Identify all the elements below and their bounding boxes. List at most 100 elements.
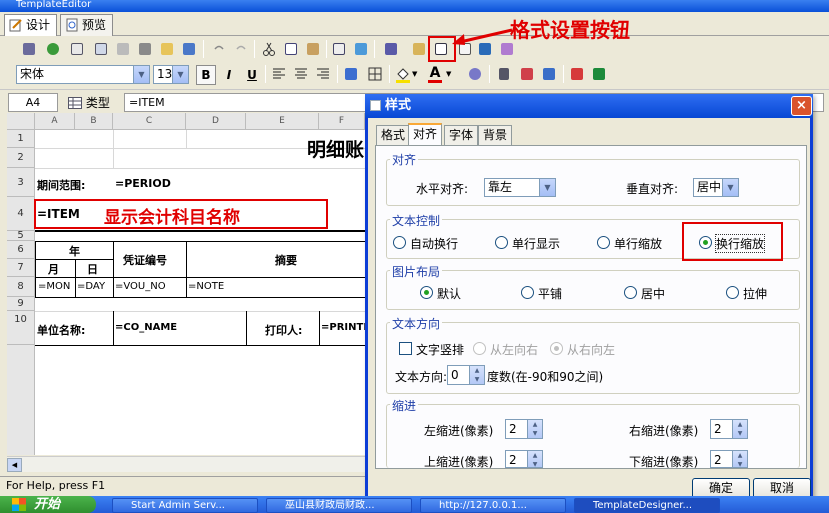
font-name-select[interactable]: 宋体 ▼ [16, 65, 150, 84]
row-header-9[interactable]: 9 [7, 297, 35, 311]
voucher-cell[interactable]: =VOU_NO [115, 281, 166, 292]
row-header-1[interactable]: 1 [7, 130, 35, 148]
chevron-down-icon[interactable]: ▼ [133, 66, 149, 83]
radio-auto-wrap[interactable] [393, 236, 406, 249]
spin-arrows-icon[interactable]: ▲ ▼ [469, 366, 484, 384]
row-header-10[interactable]: 10 [7, 311, 35, 345]
column-header-d[interactable]: D [186, 113, 246, 130]
dialog-title-bar[interactable]: 样式 × [365, 94, 813, 118]
month-header[interactable]: 月 [48, 261, 59, 277]
scroll-left-button[interactable]: ◀ [7, 458, 22, 472]
row-header-3[interactable]: 3 [7, 168, 35, 197]
mon-cell[interactable]: =MON [38, 281, 70, 292]
align-center-button[interactable] [292, 65, 310, 83]
radio-single-line[interactable] [495, 236, 508, 249]
radio-center[interactable] [624, 286, 637, 299]
spin-arrows-icon[interactable]: ▲ ▼ [732, 451, 747, 468]
refresh-button[interactable] [44, 40, 62, 58]
top-indent-stepper[interactable]: 2 ▲ ▼ [505, 450, 543, 468]
style-button[interactable] [466, 65, 484, 83]
horizontal-scrollbar[interactable]: ◀ [7, 456, 365, 472]
print-button[interactable] [136, 40, 154, 58]
voucher-header[interactable]: 凭证编号 [123, 252, 167, 268]
radio-rtl[interactable] [550, 342, 563, 355]
tab-background[interactable]: 背景 [478, 125, 513, 145]
task-item[interactable]: TemplateDesigner... [574, 498, 720, 513]
pencil-button[interactable] [410, 40, 428, 58]
unit-label[interactable]: 单位名称: [37, 322, 85, 338]
direction-stepper[interactable]: 0 ▲ ▼ [447, 365, 485, 385]
chevron-down-icon[interactable]: ▼ [539, 179, 555, 196]
period-value[interactable]: =PERIOD [115, 177, 171, 190]
printer-value[interactable]: =PRINTER [321, 322, 365, 333]
page-setup-button[interactable] [68, 40, 86, 58]
printer-label[interactable]: 打印人: [265, 322, 302, 338]
tab-design[interactable]: 设计 [4, 14, 58, 36]
spreadsheet-grid[interactable]: A B C D E F 1 2 3 4 5 6 7 8 9 10 明细账 期间范… [7, 113, 365, 455]
fill-color-dropdown[interactable]: ▼ [412, 65, 422, 83]
task-item[interactable]: 巫山县财政局财政... [266, 498, 412, 513]
bold-button[interactable]: B [196, 65, 216, 85]
note-cell[interactable]: =NOTE [188, 281, 224, 292]
row-header-5[interactable]: 5 [7, 231, 35, 241]
image-button[interactable] [342, 65, 360, 83]
border-button[interactable] [366, 65, 384, 83]
font-color-dropdown[interactable]: ▼ [446, 65, 456, 83]
spin-arrows-icon[interactable]: ▲ ▼ [732, 420, 747, 438]
paste-button[interactable] [304, 40, 322, 58]
vertical-text-checkbox[interactable] [399, 342, 412, 355]
font-size-select[interactable]: 13 ▼ [153, 65, 189, 84]
font-color-button[interactable]: A [426, 65, 444, 83]
column-header-f[interactable]: F [319, 113, 365, 130]
chevron-down-icon[interactable]: ▼ [722, 179, 738, 196]
h-align-select[interactable]: 靠左 ▼ [484, 178, 556, 197]
column-header-a[interactable]: A [35, 113, 75, 130]
row-header-6[interactable]: 6 [7, 241, 35, 259]
edit-button[interactable] [158, 40, 176, 58]
insert-text-button[interactable] [518, 65, 536, 83]
chart-button[interactable] [352, 40, 370, 58]
tab-font[interactable]: 字体 [444, 125, 479, 145]
row-header-4[interactable]: 4 [7, 197, 35, 231]
task-item[interactable]: http://127.0.0.1... [420, 498, 566, 513]
start-button[interactable]: 开始 [0, 496, 96, 513]
v-align-select[interactable]: 居中 ▼ [693, 178, 739, 197]
fill-color-button[interactable] [394, 65, 412, 83]
left-indent-stepper[interactable]: 2 ▲ ▼ [505, 419, 543, 439]
tab-preview[interactable]: 预览 [60, 14, 114, 36]
period-label[interactable]: 期间范围: [37, 177, 85, 193]
chevron-down-icon[interactable]: ▼ [172, 66, 188, 83]
tab-align[interactable]: 对齐 [408, 123, 443, 146]
radio-stretch[interactable] [726, 286, 739, 299]
field-button[interactable] [540, 65, 558, 83]
underline-button[interactable]: U [242, 65, 262, 85]
save-button[interactable] [20, 40, 38, 58]
copy-button[interactable] [282, 40, 300, 58]
text-style-button[interactable] [496, 65, 514, 83]
radio-tile[interactable] [521, 286, 534, 299]
undo-button[interactable] [210, 40, 228, 58]
align-left-button[interactable] [270, 65, 288, 83]
spin-arrows-icon[interactable]: ▲ ▼ [527, 451, 542, 468]
row-header-8[interactable]: 8 [7, 277, 35, 297]
right-indent-stepper[interactable]: 2 ▲ ▼ [710, 419, 748, 439]
redo-button[interactable] [232, 40, 250, 58]
corner-header[interactable] [7, 113, 35, 130]
bottom-indent-stepper[interactable]: 2 ▲ ▼ [710, 450, 748, 468]
column-header-e[interactable]: E [246, 113, 319, 130]
day-cell[interactable]: =DAY [77, 281, 105, 292]
year-header[interactable]: 年 [69, 243, 80, 259]
sheet-button[interactable] [92, 40, 110, 58]
column-header-b[interactable]: B [75, 113, 113, 130]
column-header-c[interactable]: C [113, 113, 186, 130]
pdf-button[interactable] [568, 65, 586, 83]
radio-default[interactable] [420, 286, 433, 299]
unit-value[interactable]: =CO_NAME [115, 322, 177, 333]
radio-single-scale[interactable] [597, 236, 610, 249]
excel-button[interactable] [590, 65, 608, 83]
close-button[interactable]: × [791, 96, 812, 116]
task-item[interactable]: Start Admin Serv... [112, 498, 258, 513]
row-header-2[interactable]: 2 [7, 148, 35, 168]
day-header[interactable]: 日 [87, 261, 98, 277]
summary-header[interactable]: 摘要 [275, 252, 297, 268]
